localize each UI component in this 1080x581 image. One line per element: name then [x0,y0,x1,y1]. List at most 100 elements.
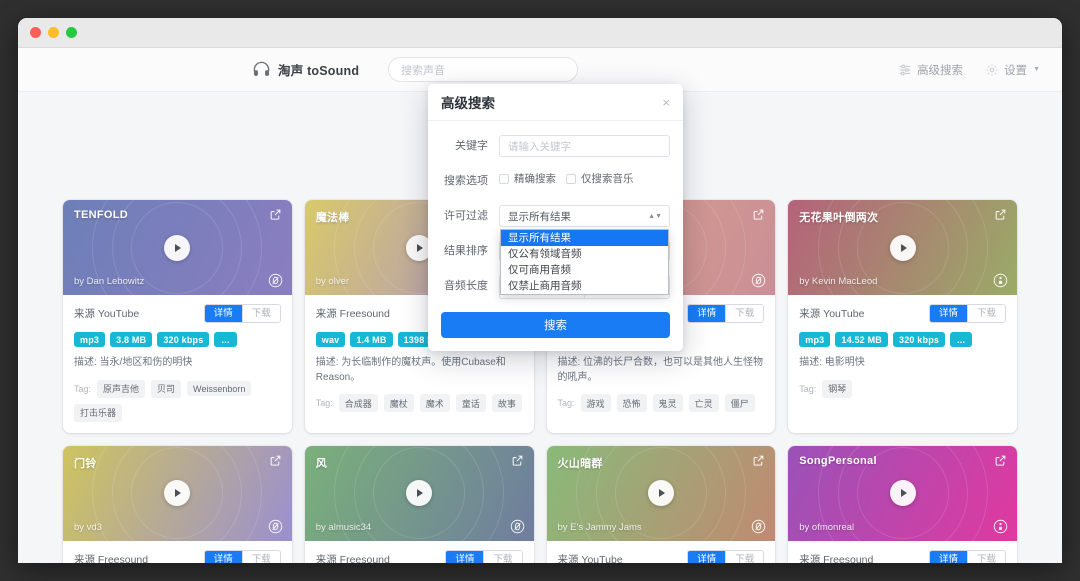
play-button[interactable] [648,480,674,506]
field-search-options: 搜索选项 精确搜索 仅搜索音乐 [441,170,670,192]
search-button[interactable]: 搜索 [441,312,670,338]
download-button[interactable]: 下载 [483,551,521,563]
detail-button[interactable]: 详情 [688,305,725,322]
header-nav: 高级搜索 设置 ▼ [898,62,1040,78]
card-author: by ofmonreal [799,522,854,533]
card-source: 来源 YouTube [558,552,623,563]
card-author: by olver [316,276,349,287]
card-source: 来源 Freesound [74,552,148,563]
tag-chip[interactable]: 亡灵 [689,394,719,412]
sound-card[interactable]: 火山暗群 by E's Jammy Jams 来源 YouTube 详情 下载 … [547,446,776,563]
nav-settings[interactable]: 设置 ▼ [985,62,1040,78]
external-link-icon[interactable] [994,454,1007,467]
external-link-icon[interactable] [269,454,282,467]
card-description: 描述: 电影明快 [799,356,1006,371]
tag-chip[interactable]: 贝司 [151,380,181,398]
meta-chip: 14.52 MB [835,332,888,347]
download-button[interactable]: 下载 [967,305,1005,322]
window-titlebar [18,18,1062,48]
play-button[interactable] [164,480,190,506]
cc-zero-icon [751,519,766,534]
dialog-title: 高级搜索 [441,92,495,112]
tag-chip[interactable]: 钢琴 [822,380,852,398]
meta-chip: 3.8 MB [110,332,152,347]
brand-logo[interactable]: 淘声 toSound [252,60,359,79]
nav-settings-label: 设置 [1004,62,1027,78]
keyword-input[interactable]: 请输入关键字 [499,135,670,157]
detail-button[interactable]: 详情 [446,551,483,563]
cc-zero-icon [268,519,283,534]
card-title: SongPersonal [799,455,877,467]
field-license-filter: 许可过滤 显示所有结果 ▲▼ 显示所有结果仅公有领域音频仅可商用音频仅禁止商用音… [441,205,670,227]
tag-chip[interactable]: 打击乐器 [74,404,122,422]
download-button[interactable]: 下载 [242,305,280,322]
tag-chip[interactable]: 魔杖 [384,394,414,412]
checkbox-exact-search[interactable]: 精确搜索 [499,172,556,186]
detail-button[interactable]: 详情 [205,551,242,563]
license-option[interactable]: 仅禁止商用音频 [501,278,668,294]
license-filter-value: 显示所有结果 [508,209,571,224]
sound-card[interactable]: TENFOLD by Dan Lebowitz 来源 YouTube 详情 下载… [63,200,292,433]
close-icon[interactable]: × [662,96,670,109]
tag-chip[interactable]: 鬼灵 [653,394,683,412]
browser-window: 淘声 toSound 搜索声音 高级搜索 [18,18,1062,563]
license-option[interactable]: 仅可商用音频 [501,262,668,278]
tag-chip[interactable]: 魔术 [420,394,450,412]
tag-chip[interactable]: 游戏 [581,394,611,412]
search-placeholder-text: 搜索声音 [401,62,445,78]
tag-chip[interactable]: 童话 [456,394,486,412]
card-title: 火山暗群 [558,455,603,471]
license-filter-dropdown: 显示所有结果仅公有领域音频仅可商用音频仅禁止商用音频 [500,229,669,295]
play-button[interactable] [890,235,916,261]
external-link-icon[interactable] [511,454,524,467]
sound-card[interactable]: 无花果叶倒两次 by Kevin MacLeod 来源 YouTube 详情 下… [788,200,1017,433]
tag-chip[interactable]: 原声吉他 [97,380,145,398]
play-button[interactable] [406,480,432,506]
external-link-icon[interactable] [269,208,282,221]
card-actions: 详情 下载 [687,304,764,323]
download-button[interactable]: 下载 [242,551,280,563]
external-link-icon[interactable] [752,454,765,467]
sound-card[interactable]: 风 by almusic34 来源 Freesound 详情 下载 mp319 … [305,446,534,563]
license-filter-select[interactable]: 显示所有结果 ▲▼ 显示所有结果仅公有领域音频仅可商用音频仅禁止商用音频 [499,205,670,227]
checkbox-music-only-label: 仅搜索音乐 [581,172,634,186]
sound-card[interactable]: 门铃 by vd3 来源 Freesound 详情 下载 flac1 MB159… [63,446,292,563]
download-button[interactable]: 下载 [967,551,1005,563]
external-link-icon[interactable] [994,208,1007,221]
nav-advanced-search[interactable]: 高级搜索 [898,62,963,78]
card-source: 来源 Freesound [316,306,390,321]
window-minimize-button[interactable] [48,27,59,38]
license-option[interactable]: 仅公有领域音频 [501,246,668,262]
detail-button[interactable]: 详情 [930,551,967,563]
download-button[interactable]: 下载 [725,305,763,322]
tag-chip[interactable]: 恐怖 [617,394,647,412]
window-close-button[interactable] [30,27,41,38]
tag-chip[interactable]: 合成器 [339,394,378,412]
detail-button[interactable]: 详情 [688,551,725,563]
card-description: 描述: 位沸的长尸合数，也可以是其他人生怪物的吼声。 [558,356,765,385]
detail-button[interactable]: 详情 [930,305,967,322]
card-actions: 详情 下载 [204,304,281,323]
download-button[interactable]: 下载 [725,551,763,563]
card-cover: 无花果叶倒两次 by Kevin MacLeod [788,200,1017,295]
tag-chip[interactable]: 故事 [492,394,522,412]
play-button[interactable] [890,480,916,506]
meta-chip: 320 kbps [893,332,945,347]
checkbox-music-only[interactable]: 仅搜索音乐 [566,172,634,186]
tag-chip[interactable]: Weissenborn [187,381,251,396]
tag-prefix: Tag: [558,398,575,408]
detail-button[interactable]: 详情 [205,305,242,322]
card-actions: 详情 下载 [204,550,281,563]
window-maximize-button[interactable] [66,27,77,38]
card-title: TENFOLD [74,209,128,221]
external-link-icon[interactable] [752,208,765,221]
tag-chip[interactable]: 僵尸 [725,394,755,412]
global-search-input[interactable]: 搜索声音 [388,57,578,82]
license-option[interactable]: 显示所有结果 [501,230,668,246]
card-author: by Dan Lebowitz [74,276,144,287]
cc-zero-icon [268,273,283,288]
card-cover: 火山暗群 by E's Jammy Jams [547,446,776,541]
sound-card[interactable]: SongPersonal by ofmonreal 来源 Freesound 详… [788,446,1017,563]
play-button[interactable] [164,235,190,261]
card-actions: 详情 下载 [929,304,1006,323]
